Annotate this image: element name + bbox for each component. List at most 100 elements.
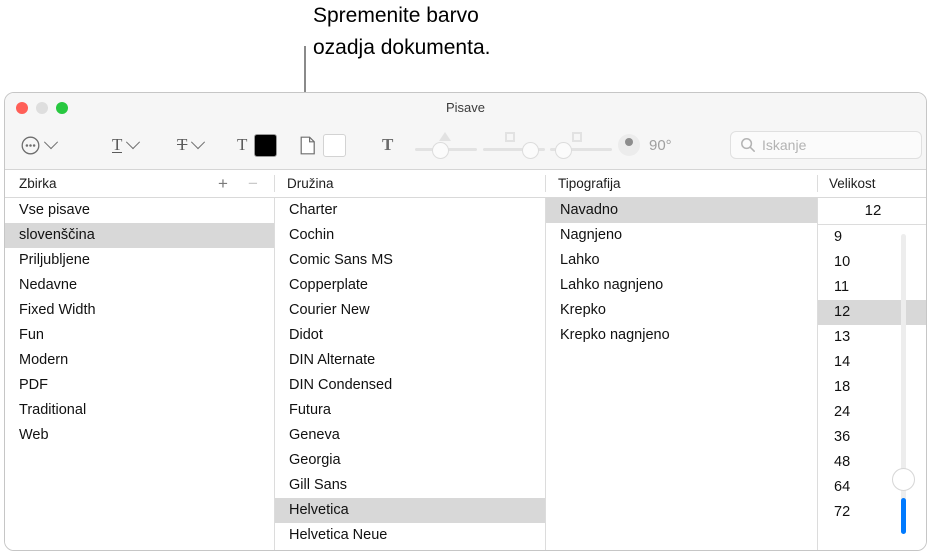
size-label: 14 bbox=[834, 354, 851, 370]
family-row[interactable]: Comic Sans MS bbox=[275, 248, 545, 273]
collection-row[interactable]: PDF bbox=[5, 373, 274, 398]
slider-knob[interactable] bbox=[432, 142, 449, 159]
add-collection-button[interactable]: + bbox=[218, 170, 228, 197]
family-row[interactable]: Helvetica Neue bbox=[275, 523, 545, 548]
search-icon bbox=[741, 138, 755, 152]
size-row[interactable]: 11 bbox=[818, 275, 926, 300]
size-row[interactable]: 14 bbox=[818, 350, 926, 375]
family-row[interactable]: Gill Sans bbox=[275, 473, 545, 498]
families-list[interactable]: Charter Cochin Comic Sans MS Copperplate Cou… bbox=[275, 198, 545, 550]
family-label: Geneva bbox=[289, 427, 340, 443]
family-row[interactable]: Helvetica bbox=[275, 498, 545, 523]
family-row[interactable]: Cochin bbox=[275, 223, 545, 248]
family-row[interactable]: Charter bbox=[275, 198, 545, 223]
collection-row[interactable]: Traditional bbox=[5, 398, 274, 423]
collection-label: Fun bbox=[19, 327, 44, 343]
family-row[interactable]: Didot bbox=[275, 323, 545, 348]
size-label: 12 bbox=[834, 304, 851, 320]
family-label: Futura bbox=[289, 402, 331, 418]
document-page-icon bbox=[300, 136, 315, 154]
size-row[interactable]: 9 bbox=[818, 225, 926, 250]
family-label: Helvetica Neue bbox=[289, 527, 388, 543]
text-color-control[interactable]: T bbox=[237, 121, 278, 169]
collection-row[interactable]: Modern bbox=[5, 348, 274, 373]
family-label: Cochin bbox=[289, 227, 335, 243]
collections-list[interactable]: Vse pisave slovenščina Priljubljene Nedavne… bbox=[5, 198, 274, 550]
typeface-row[interactable]: Navadno bbox=[546, 198, 817, 223]
size-row[interactable]: 36 bbox=[818, 425, 926, 450]
sizes-pane[interactable]: 12 9 10 11 12 13 14 18 24 36 48 64 72 bbox=[818, 198, 926, 550]
collection-label: Fixed Width bbox=[19, 302, 96, 318]
collection-label: Priljubljene bbox=[19, 252, 90, 268]
size-label: 18 bbox=[834, 379, 851, 395]
background-color-swatch[interactable] bbox=[323, 133, 346, 157]
window-title: Pisave bbox=[445, 100, 486, 115]
font-panel-body: Vse pisave slovenščina Priljubljene Nedavne… bbox=[5, 198, 926, 550]
family-label: Gill Sans bbox=[289, 477, 348, 493]
chevron-down-icon bbox=[126, 135, 141, 150]
angle-dial-icon[interactable] bbox=[618, 134, 640, 156]
font-panel-toolbar: T T T T 90° Iskanje bbox=[5, 121, 926, 170]
slider-knob[interactable] bbox=[555, 142, 572, 159]
typeface-row[interactable]: Lahko nagnjeno bbox=[546, 273, 817, 298]
collection-row[interactable]: Vse pisave bbox=[5, 198, 274, 223]
chevron-down-icon bbox=[191, 135, 206, 150]
size-value-field[interactable]: 12 bbox=[818, 198, 926, 225]
collection-row[interactable]: slovenščina bbox=[5, 223, 274, 248]
search-container[interactable]: Iskanje bbox=[730, 121, 922, 169]
shadow-offset-slider[interactable] bbox=[550, 121, 612, 169]
family-row[interactable]: Geneva bbox=[275, 423, 545, 448]
window-titlebar: Pisave bbox=[5, 93, 926, 121]
size-row[interactable]: 10 bbox=[818, 250, 926, 275]
family-label: Charter bbox=[289, 202, 338, 218]
family-row[interactable]: Georgia bbox=[275, 448, 545, 473]
size-row[interactable]: 12 bbox=[818, 300, 926, 325]
family-row[interactable]: Futura bbox=[275, 398, 545, 423]
family-row[interactable]: DIN Condensed bbox=[275, 373, 545, 398]
size-slider-knob[interactable] bbox=[892, 468, 915, 491]
size-row[interactable]: 72 bbox=[818, 500, 926, 525]
column-header-family[interactable]: Družina bbox=[287, 170, 334, 197]
chevron-down-icon bbox=[43, 135, 59, 150]
shadow-opacity-slider[interactable] bbox=[415, 121, 477, 169]
collection-label: Traditional bbox=[19, 402, 87, 418]
size-label: 10 bbox=[834, 254, 851, 270]
size-row[interactable]: 13 bbox=[818, 325, 926, 350]
typeface-row[interactable]: Nagnjeno bbox=[546, 223, 817, 248]
column-header-size[interactable]: Velikost bbox=[829, 170, 876, 197]
size-row[interactable]: 24 bbox=[818, 400, 926, 425]
typeface-label: Krepko nagnjeno bbox=[560, 327, 670, 343]
typeface-row[interactable]: Lahko bbox=[546, 248, 817, 273]
strikethrough-button[interactable]: T bbox=[177, 121, 206, 169]
collection-row[interactable]: Fixed Width bbox=[5, 298, 274, 323]
typefaces-list[interactable]: Navadno Nagnjeno Lahko Lahko nagnjeno Krepko… bbox=[546, 198, 817, 550]
text-color-swatch[interactable] bbox=[254, 133, 278, 157]
family-row[interactable]: Courier New bbox=[275, 298, 545, 323]
collection-row[interactable]: Nedavne bbox=[5, 273, 274, 298]
column-header-collection[interactable]: Zbirka bbox=[19, 170, 57, 197]
column-header-typeface[interactable]: Tipografija bbox=[558, 170, 621, 197]
size-row[interactable]: 18 bbox=[818, 375, 926, 400]
typeface-row[interactable]: Krepko bbox=[546, 298, 817, 323]
typeface-label: Krepko bbox=[560, 302, 606, 318]
square-mark-icon bbox=[572, 132, 582, 142]
search-input[interactable]: Iskanje bbox=[730, 131, 922, 159]
size-label: 11 bbox=[834, 279, 850, 295]
family-row[interactable]: DIN Alternate bbox=[275, 348, 545, 373]
family-row[interactable]: Copperplate bbox=[275, 273, 545, 298]
typeface-row[interactable]: Krepko nagnjeno bbox=[546, 323, 817, 348]
size-label: 13 bbox=[834, 329, 851, 345]
size-label: 36 bbox=[834, 429, 851, 445]
collection-row[interactable]: Web bbox=[5, 423, 274, 448]
shadow-blur-slider[interactable] bbox=[483, 121, 545, 169]
collection-row[interactable]: Priljubljene bbox=[5, 248, 274, 273]
action-menu-button[interactable] bbox=[21, 121, 59, 169]
shadow-angle-control[interactable]: 90° bbox=[618, 121, 672, 169]
collection-label: Modern bbox=[19, 352, 69, 368]
underline-button[interactable]: T bbox=[112, 121, 141, 169]
slider-knob[interactable] bbox=[522, 142, 539, 159]
typeface-label: Lahko nagnjeno bbox=[560, 277, 664, 293]
collection-row[interactable]: Fun bbox=[5, 323, 274, 348]
text-shadow-toggle[interactable]: T bbox=[382, 121, 393, 169]
document-background-color-control[interactable] bbox=[300, 121, 346, 169]
